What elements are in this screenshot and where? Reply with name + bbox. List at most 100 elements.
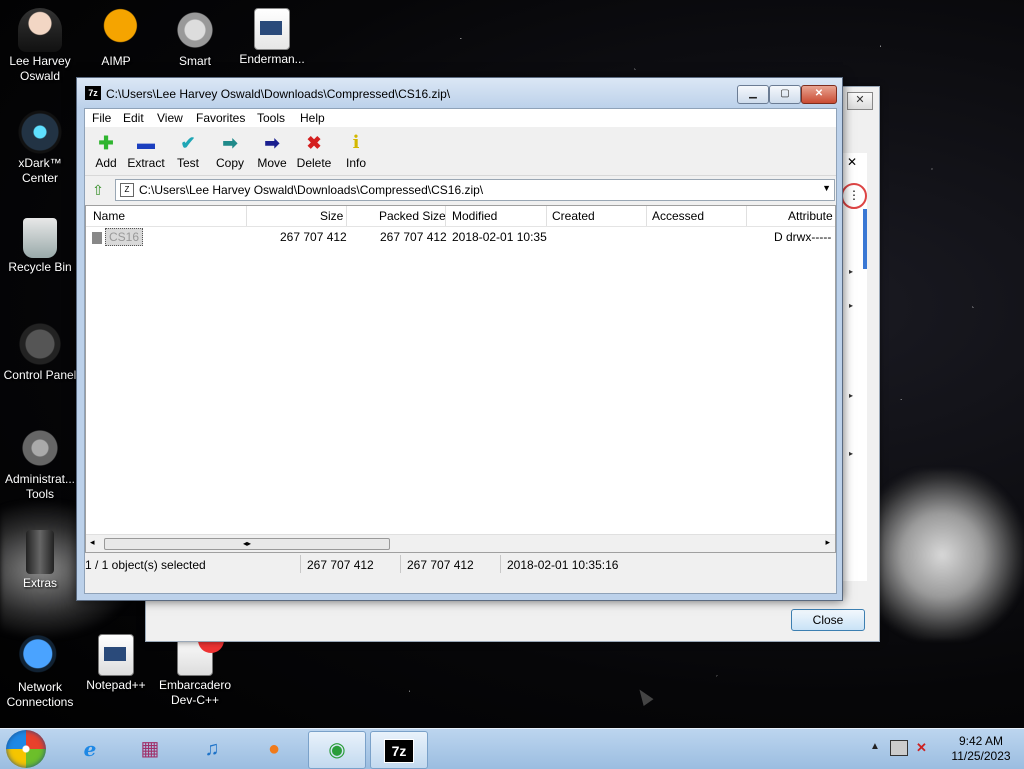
desktop-icon-extras[interactable]: Extras: [0, 530, 80, 591]
background-dialog-close-button[interactable]: ✕: [847, 92, 873, 110]
desktop-icon-xdark[interactable]: xDark™ Center: [0, 110, 80, 186]
column-separator[interactable]: [646, 206, 647, 226]
network-icon: [18, 634, 62, 678]
toolbar: ✚ Add ▬ Extract ✔ Test ➡ Copy ➡ Move ✖ D…: [85, 127, 836, 176]
chevron-right-icon[interactable]: ▸: [849, 267, 853, 276]
menu-help[interactable]: Help: [300, 111, 325, 125]
column-separator[interactable]: [746, 206, 747, 226]
desktop-icon-devcpp[interactable]: Embarcadero Dev-C++: [155, 627, 235, 708]
menu-tools[interactable]: Tools: [257, 111, 285, 125]
delete-button[interactable]: ✖ Delete: [293, 129, 335, 170]
desktop-icon-control-panel[interactable]: Control Panel: [0, 322, 80, 383]
internet-explorer-icon: e: [83, 737, 97, 761]
taskbar-chrome[interactable]: ◉: [308, 731, 366, 769]
move-button-label: Move: [257, 156, 287, 170]
column-separator[interactable]: [546, 206, 547, 226]
recycle-bin-icon: [23, 218, 57, 258]
7zip-app-icon: 7z: [85, 86, 101, 100]
minus-icon: ▬: [137, 133, 155, 153]
start-button[interactable]: [6, 730, 46, 768]
table-row[interactable]: CS16 267 707 412 267 707 412 2018-02-01 …: [86, 227, 835, 247]
copy-button[interactable]: ➡ Copy: [209, 129, 251, 170]
menu-file[interactable]: File: [92, 111, 111, 125]
desktop-icon-smart[interactable]: Smart: [155, 8, 235, 69]
menu-favorites[interactable]: Favorites: [196, 111, 245, 125]
copy-button-label: Copy: [215, 156, 244, 170]
menu-edit[interactable]: Edit: [123, 111, 144, 125]
minimize-button[interactable]: ▁: [737, 85, 769, 104]
column-name[interactable]: Name: [93, 209, 125, 223]
check-icon: ✔: [180, 133, 196, 153]
taskbar-firefox[interactable]: ●: [246, 731, 302, 767]
clock-date: 11/25/2023: [951, 749, 1011, 763]
window-close-button[interactable]: ✕: [801, 85, 837, 104]
add-button-label: Add: [95, 156, 117, 170]
column-packed-size[interactable]: Packed Size: [379, 209, 446, 223]
desktop-icon-aimp[interactable]: AIMP: [76, 8, 156, 69]
desktop-icon-network[interactable]: Network Connections: [0, 634, 80, 710]
network-tray-icon[interactable]: [890, 740, 908, 756]
taskbar-winrar[interactable]: ▦: [122, 731, 178, 767]
desktop-icon-label: Lee Harvey Oswald: [9, 54, 71, 83]
7zip-window: 7z C:\Users\Lee Harvey Oswald\Downloads\…: [76, 77, 843, 601]
winrar-icon: ▦: [140, 738, 160, 760]
info-button[interactable]: i Info: [335, 129, 377, 171]
maximize-button[interactable]: ▢: [769, 85, 801, 104]
taskbar-internet-explorer[interactable]: e: [62, 731, 118, 767]
chevron-right-icon[interactable]: ▸: [849, 449, 853, 458]
column-created[interactable]: Created: [552, 209, 595, 223]
row-name-cell[interactable]: CS16: [92, 228, 144, 246]
taskbar-7zip[interactable]: 7z: [370, 731, 428, 769]
column-separator[interactable]: [445, 206, 446, 226]
desktop-icon-user[interactable]: Lee Harvey Oswald: [0, 8, 80, 84]
close-button[interactable]: Close: [791, 609, 865, 631]
chevron-down-icon[interactable]: ▼: [822, 183, 831, 193]
column-separator[interactable]: [246, 206, 247, 226]
column-attributes[interactable]: Attribute: [788, 209, 833, 223]
file-list[interactable]: Name Size Packed Size Modified Created A…: [85, 205, 836, 553]
file-list-header: Name Size Packed Size Modified Created A…: [86, 206, 835, 227]
column-size[interactable]: Size: [320, 209, 343, 223]
horizontal-scrollbar[interactable]: ◂ ◂▸ ▸: [86, 534, 835, 552]
status-bar: 1 / 1 object(s) selected 267 707 412 267…: [85, 555, 836, 573]
taskbar-itunes[interactable]: ♫: [184, 731, 240, 767]
row-name: CS16: [105, 228, 144, 246]
more-options-icon[interactable]: ⋮: [841, 183, 867, 209]
menu-view[interactable]: View: [157, 111, 183, 125]
column-separator[interactable]: [346, 206, 347, 226]
title-bar[interactable]: 7z C:\Users\Lee Harvey Oswald\Downloads\…: [77, 78, 842, 108]
folder-icon: [92, 231, 102, 244]
control-panel-icon: [18, 322, 62, 366]
extract-button[interactable]: ▬ Extract: [125, 129, 167, 170]
volume-muted-icon[interactable]: ✕: [916, 740, 927, 756]
extract-button-label: Extract: [127, 156, 165, 170]
clock-time: 9:42 AM: [958, 734, 1004, 748]
desktop-icon-label: Network Connections: [6, 680, 74, 709]
clock[interactable]: 9:42 AM 11/25/2023: [944, 734, 1018, 764]
desktop-icon-enderman[interactable]: Enderman...: [232, 8, 312, 67]
row-attributes: D drwx-----: [774, 230, 832, 244]
scroll-left-icon[interactable]: ◂: [90, 537, 95, 548]
add-button[interactable]: ✚ Add: [85, 129, 127, 170]
up-folder-button[interactable]: ⇧: [89, 181, 107, 199]
menu-bar: File Edit View Favorites Tools Help: [85, 109, 836, 127]
column-accessed[interactable]: Accessed: [652, 209, 704, 223]
desktop-icon-label: Embarcadero Dev-C++: [158, 678, 232, 707]
move-arrow-icon: ➡: [264, 133, 280, 153]
chevron-right-icon[interactable]: ▸: [849, 301, 853, 310]
scroll-right-icon[interactable]: ▸: [825, 537, 830, 548]
desktop-icon-recycle-bin[interactable]: Recycle Bin: [0, 218, 80, 275]
show-hidden-icons-icon[interactable]: ▲: [870, 741, 880, 752]
desktop-icon-notepad[interactable]: Notepad++: [76, 634, 156, 693]
info-button-label: Info: [345, 156, 366, 170]
desktop-icon-admin-tools[interactable]: Administrat... Tools: [0, 426, 80, 502]
chevron-right-icon[interactable]: ▸: [849, 391, 853, 400]
column-modified[interactable]: Modified: [452, 209, 497, 223]
mouse-cursor: [634, 686, 654, 706]
scrollbar-thumb[interactable]: [863, 209, 867, 269]
scrollbar-thumb[interactable]: ◂▸: [104, 538, 390, 550]
move-button[interactable]: ➡ Move: [251, 129, 293, 170]
test-button[interactable]: ✔ Test: [167, 129, 209, 170]
close-icon[interactable]: ✕: [847, 155, 857, 169]
address-field[interactable]: Z C:\Users\Lee Harvey Oswald\Downloads\C…: [115, 179, 835, 201]
